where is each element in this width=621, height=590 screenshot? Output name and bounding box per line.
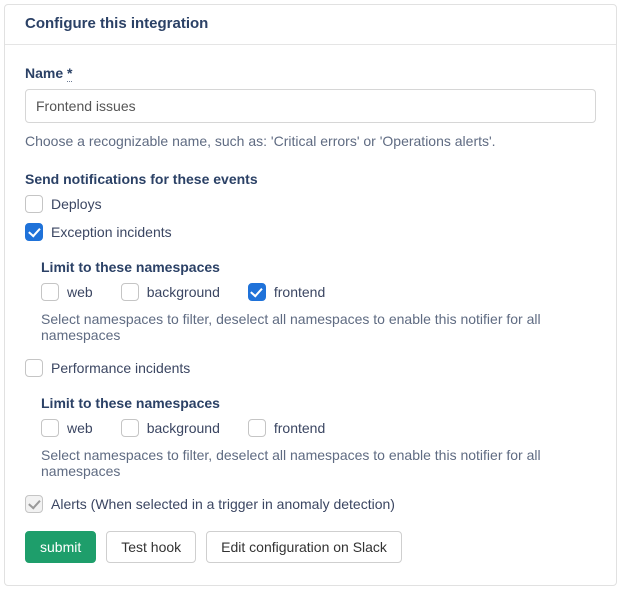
performance-ns-background-checkbox[interactable] xyxy=(121,419,139,437)
alerts-checkbox xyxy=(25,495,43,513)
submit-button[interactable]: submit xyxy=(25,531,96,563)
exception-ns-web[interactable]: web xyxy=(41,283,93,301)
exception-limit-title: Limit to these namespaces xyxy=(41,259,596,275)
deploys-checkbox[interactable] xyxy=(25,195,43,213)
performance-checkbox[interactable] xyxy=(25,359,43,377)
alerts-label: Alerts (When selected in a trigger in an… xyxy=(51,496,395,512)
required-mark: * xyxy=(67,65,72,82)
deploys-label: Deploys xyxy=(51,196,102,212)
integration-config-card: Configure this integration Name * Choose… xyxy=(4,4,617,586)
card-title: Configure this integration xyxy=(25,15,596,32)
performance-ns-background[interactable]: background xyxy=(121,419,220,437)
name-label: Name * xyxy=(25,65,596,81)
performance-ns-frontend-checkbox[interactable] xyxy=(248,419,266,437)
card-body: Name * Choose a recognizable name, such … xyxy=(5,45,616,585)
exception-ns-row: web background frontend xyxy=(41,283,596,301)
alerts-row: Alerts (When selected in a trigger in an… xyxy=(25,495,596,513)
performance-limit-title: Limit to these namespaces xyxy=(41,395,596,411)
exception-namespaces-block: Limit to these namespaces web background… xyxy=(41,251,596,347)
performance-ns-web-checkbox[interactable] xyxy=(41,419,59,437)
exception-ns-background-checkbox[interactable] xyxy=(121,283,139,301)
performance-label: Performance incidents xyxy=(51,360,190,376)
exception-ns-frontend[interactable]: frontend xyxy=(248,283,325,301)
performance-ns-web[interactable]: web xyxy=(41,419,93,437)
card-header: Configure this integration xyxy=(5,5,616,45)
events-title: Send notifications for these events xyxy=(25,171,596,187)
exception-ns-frontend-checkbox[interactable] xyxy=(248,283,266,301)
performance-namespaces-block: Limit to these namespaces web background… xyxy=(41,387,596,483)
exception-label: Exception incidents xyxy=(51,224,172,240)
performance-row[interactable]: Performance incidents xyxy=(25,359,596,377)
performance-ns-help: Select namespaces to filter, deselect al… xyxy=(41,447,596,479)
exception-checkbox[interactable] xyxy=(25,223,43,241)
name-helper: Choose a recognizable name, such as: 'Cr… xyxy=(25,133,596,149)
edit-slack-button[interactable]: Edit configuration on Slack xyxy=(206,531,402,563)
exception-row[interactable]: Exception incidents xyxy=(25,223,596,241)
exception-ns-help: Select namespaces to filter, deselect al… xyxy=(41,311,596,343)
name-input[interactable] xyxy=(25,89,596,123)
test-hook-button[interactable]: Test hook xyxy=(106,531,196,563)
exception-ns-background[interactable]: background xyxy=(121,283,220,301)
actions-row: submit Test hook Edit configuration on S… xyxy=(25,531,596,563)
deploys-row[interactable]: Deploys xyxy=(25,195,596,213)
performance-ns-frontend[interactable]: frontend xyxy=(248,419,325,437)
performance-ns-row: web background frontend xyxy=(41,419,596,437)
exception-ns-web-checkbox[interactable] xyxy=(41,283,59,301)
